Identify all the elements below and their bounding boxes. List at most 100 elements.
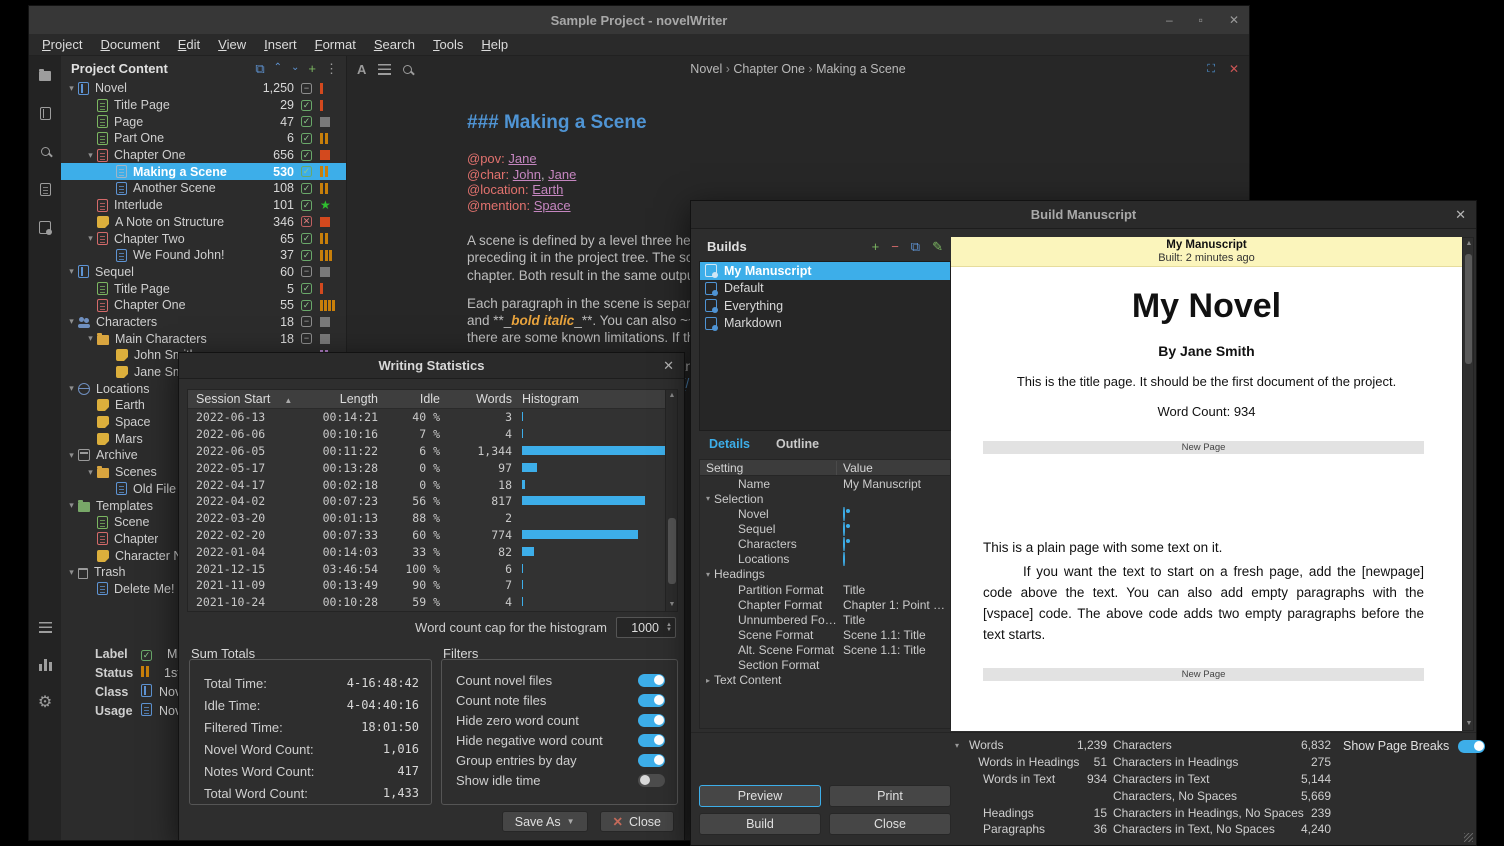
edit-icon[interactable]: ✎ [932,240,943,253]
check-checkbox-icon[interactable]: ✓ [301,283,312,294]
expand-arrow[interactable]: ▾ [702,494,714,503]
maximize-window-icon[interactable]: ▫ [1199,14,1203,26]
filter-toggle[interactable] [638,714,665,727]
check-checkbox-icon[interactable]: ✓ [301,233,312,244]
expand-arrow[interactable]: ▾ [65,500,78,511]
minus-checkbox-icon[interactable]: − [301,316,312,327]
tree-row[interactable]: Page47✓ [61,113,346,130]
move-up-icon[interactable]: ⌃ [274,63,282,73]
tree-row[interactable]: ▾Main Characters18− [61,330,346,347]
check-checkbox-icon[interactable]: ✓ [301,116,312,127]
table-scrollbar[interactable]: ▲ ▼ [665,390,677,611]
remove-icon[interactable]: − [891,240,899,253]
close-document-icon[interactable]: ✕ [1229,62,1239,76]
session-row[interactable]: 2021-11-0900:13:4990 %7 [188,577,677,594]
stats-titlebar[interactable]: Writing Statistics ✕ [179,353,684,379]
expand-arrow[interactable]: ▾ [84,150,97,161]
word-cap-spinbox[interactable]: 1000 ▲▼ [616,617,676,638]
check-checkbox-icon[interactable]: ✓ [301,183,312,194]
build-list-item[interactable]: Default [700,280,950,298]
column-header-histogram[interactable]: Histogram [512,392,677,406]
tree-row[interactable]: ▾Novel1,250− [61,80,346,97]
build-list-item[interactable]: My Manuscript [700,262,950,280]
cross-checkbox-icon[interactable]: ✕ [301,216,312,227]
minus-checkbox-icon[interactable]: − [301,83,312,94]
session-row[interactable]: 2022-06-0600:10:167 %4 [188,426,677,443]
tree-row[interactable]: ▾Characters18− [61,314,346,331]
preview-scrollbar[interactable]: ▲ ▼ [1462,237,1474,731]
setting-row[interactable]: Unnumbered Fo…Title [700,612,950,627]
tag-reference[interactable]: John [513,167,541,182]
minus-checkbox-icon[interactable]: − [301,266,312,277]
tree-row[interactable]: Another Scene108✓ [61,180,346,197]
session-row[interactable]: 2022-03-2000:01:1388 %2 [188,510,677,527]
scroll-up-icon[interactable]: ▲ [1463,238,1475,250]
check-checkbox-icon[interactable]: ✓ [301,250,312,261]
filter-toggle[interactable] [638,674,665,687]
expand-arrow[interactable]: ▾ [702,570,714,579]
main-titlebar[interactable]: Sample Project - novelWriter –▫✕ [29,6,1249,34]
spinner-arrows-icon[interactable]: ▲▼ [663,623,675,633]
column-header-session-start[interactable]: Session Start▲ [188,392,306,406]
setting-row[interactable]: Scene FormatScene 1.1: Title [700,627,950,642]
column-header-words[interactable]: Words [440,392,512,406]
check-checkbox-icon[interactable]: ✓ [301,200,312,211]
setting-row[interactable]: ▾Selection [700,491,950,506]
resize-grip[interactable] [1464,833,1473,842]
close-button[interactable]: ✕ Close [600,811,674,832]
check-checkbox-icon[interactable]: ✓ [301,100,312,111]
column-header-idle[interactable]: Idle [378,392,440,406]
tree-row[interactable]: Part One6✓ [61,130,346,147]
duplicate-icon[interactable]: ⧉ [255,62,264,75]
expand-arrow[interactable]: ▾ [65,450,78,461]
radio-on-icon[interactable] [843,537,845,551]
check-checkbox-icon[interactable]: ✓ [301,300,312,311]
tab-details[interactable]: Details [709,437,750,451]
filter-toggle[interactable] [638,694,665,707]
expand-arrow[interactable]: ▾ [65,316,78,327]
breadcrumb-item[interactable]: Making a Scene [816,62,906,76]
build-settings-table[interactable]: SettingValue NameMy Manuscript▾Selection… [699,459,951,729]
menu-view[interactable]: View [209,35,255,54]
tree-row[interactable]: Title Page5✓ [61,280,346,297]
session-row[interactable]: 2022-04-0200:07:2356 %817 [188,493,677,510]
close-icon[interactable]: ✕ [1455,207,1466,223]
tab-outline[interactable]: Outline [776,437,819,451]
session-row[interactable]: 2022-02-2000:07:3360 %774 [188,527,677,544]
sessions-table[interactable]: Session Start▲LengthIdleWordsHistogram 2… [187,389,678,612]
check-checkbox-icon[interactable]: ✓ [301,166,312,177]
menu-insert[interactable]: Insert [255,35,306,54]
column-header-length[interactable]: Length [306,392,378,406]
duplicate-icon[interactable]: ⧉ [911,240,920,253]
session-row[interactable]: 2022-05-1700:13:280 %97 [188,459,677,476]
menu-edit[interactable]: Edit [169,35,209,54]
tree-row[interactable]: We Found John!37✓ [61,247,346,264]
setting-row[interactable]: Alt. Scene FormatScene 1.1: Title [700,643,950,658]
setting-row[interactable]: Chapter FormatChapter 1: Point … [700,597,950,612]
session-row[interactable]: 2022-04-1700:02:180 %18 [188,476,677,493]
scrollbar-thumb[interactable] [1465,254,1472,364]
tag-reference[interactable]: Jane [508,151,536,166]
menu-tools[interactable]: Tools [424,35,472,54]
expand-arrow[interactable]: ▸ [702,676,714,685]
check-checkbox-icon[interactable]: ✓ [301,150,312,161]
setting-row[interactable]: Characters [700,537,950,552]
manuscript-preview[interactable]: My Manuscript Built: 2 minutes ago My No… [951,237,1462,731]
expand-arrow[interactable]: ▾ [65,567,78,578]
filter-toggle[interactable] [638,734,665,747]
document-details-icon[interactable] [29,170,61,208]
tree-row[interactable]: Interlude101✓★ [61,197,346,214]
tree-row[interactable]: ▾Chapter One656✓ [61,147,346,164]
maximize-editor-icon[interactable]: ⛶ [1207,63,1215,76]
expand-arrow[interactable]: ▾ [65,83,78,94]
expand-arrow[interactable]: ▾ [84,467,97,478]
project-edit-icon[interactable] [29,56,61,94]
expand-arrow[interactable]: ▾ [65,383,78,394]
settings-gear-icon[interactable]: ⚙ [29,684,61,722]
session-row[interactable]: 2021-10-2400:10:2859 %4 [188,594,677,611]
outline-list-icon[interactable] [29,608,61,646]
menu-help[interactable]: Help [472,35,517,54]
menu-document[interactable]: Document [91,35,168,54]
setting-row[interactable]: Novel [700,506,950,521]
filter-toggle[interactable] [638,774,665,787]
